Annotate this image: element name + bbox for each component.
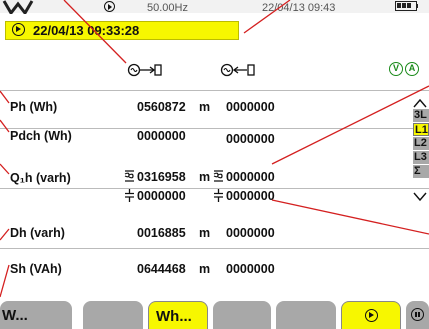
divider (0, 90, 429, 91)
qh-consumed-capacitive-value: 0000000 (137, 189, 186, 203)
dh-generated-value: 0000000 (226, 226, 275, 240)
row-label-pdch: Pdch (Wh) (10, 129, 72, 143)
ph-unit: m (199, 100, 211, 114)
record-status-icon (104, 1, 115, 12)
tab-wh[interactable]: Wh... (148, 301, 208, 329)
qh-generated-inductive-value: 0000000 (226, 170, 275, 184)
qh-consumed-inductive-value: 0316958 (137, 170, 186, 184)
row-label-qh: Q₁h (varh) (10, 171, 71, 185)
tab-empty-3[interactable] (276, 301, 336, 329)
sh-consumed-value: 0644468 (137, 262, 186, 276)
play-circle-icon (365, 309, 378, 322)
pause-tab[interactable] (406, 301, 429, 329)
play-circle-icon (12, 23, 25, 36)
pdch-generated-value: 0000000 (226, 132, 275, 146)
energy-generated-icon (220, 63, 255, 77)
row-label-dh: Dh (varh) (10, 226, 65, 240)
pause-icon (411, 308, 424, 321)
sh-generated-value: 0000000 (226, 262, 275, 276)
capacitive-icon (214, 189, 223, 202)
inductive-icon (213, 170, 223, 182)
timestamp: 22/04/13 09:33:28 (33, 23, 140, 38)
phase-tab-l2[interactable]: L2 (413, 137, 429, 150)
phase-tab-sum[interactable]: Σ (413, 165, 429, 178)
tab-empty-2[interactable] (213, 301, 271, 329)
tab-empty-1[interactable] (83, 301, 143, 329)
row-label-ph: Ph (Wh) (10, 100, 58, 114)
row-label-sh: Sh (VAh) (10, 262, 62, 276)
status-datetime: 22/04/13 09:43 (262, 2, 336, 14)
tab-w[interactable]: W... (0, 301, 72, 329)
capacitive-icon (125, 189, 134, 202)
ph-consumed-value: 0560872 (137, 100, 186, 114)
dh-consumed-value: 0016885 (137, 226, 186, 240)
qh-unit: m (199, 170, 211, 184)
dh-unit: m (199, 226, 211, 240)
start-recording-tab[interactable] (341, 301, 401, 329)
current-indicator-icon: A (405, 62, 419, 76)
pdch-consumed-value: 0000000 (137, 129, 186, 143)
w-logo-icon (2, 0, 34, 14)
ph-generated-value: 0000000 (226, 100, 275, 114)
phase-tab-l3[interactable]: L3 (413, 151, 429, 164)
recording-timestamp-bar: 22/04/13 09:33:28 (5, 21, 239, 40)
scroll-up-icon[interactable] (413, 98, 427, 108)
frequency-readout: 50.00Hz (147, 2, 188, 14)
energy-consumed-icon (127, 63, 162, 77)
phase-tab-l1[interactable]: L1 (413, 123, 429, 136)
inductive-icon (124, 170, 134, 182)
sh-unit: m (199, 262, 211, 276)
voltage-indicator-icon: V (389, 62, 403, 76)
phase-tab-3l[interactable]: 3L (413, 109, 429, 122)
callout-lines (0, 0, 429, 298)
scroll-down-icon[interactable] (413, 192, 427, 202)
battery-icon (395, 1, 418, 11)
divider (0, 248, 429, 249)
status-bar: 50.00Hz 22/04/13 09:43 (0, 0, 429, 19)
qh-generated-capacitive-value: 0000000 (226, 189, 275, 203)
